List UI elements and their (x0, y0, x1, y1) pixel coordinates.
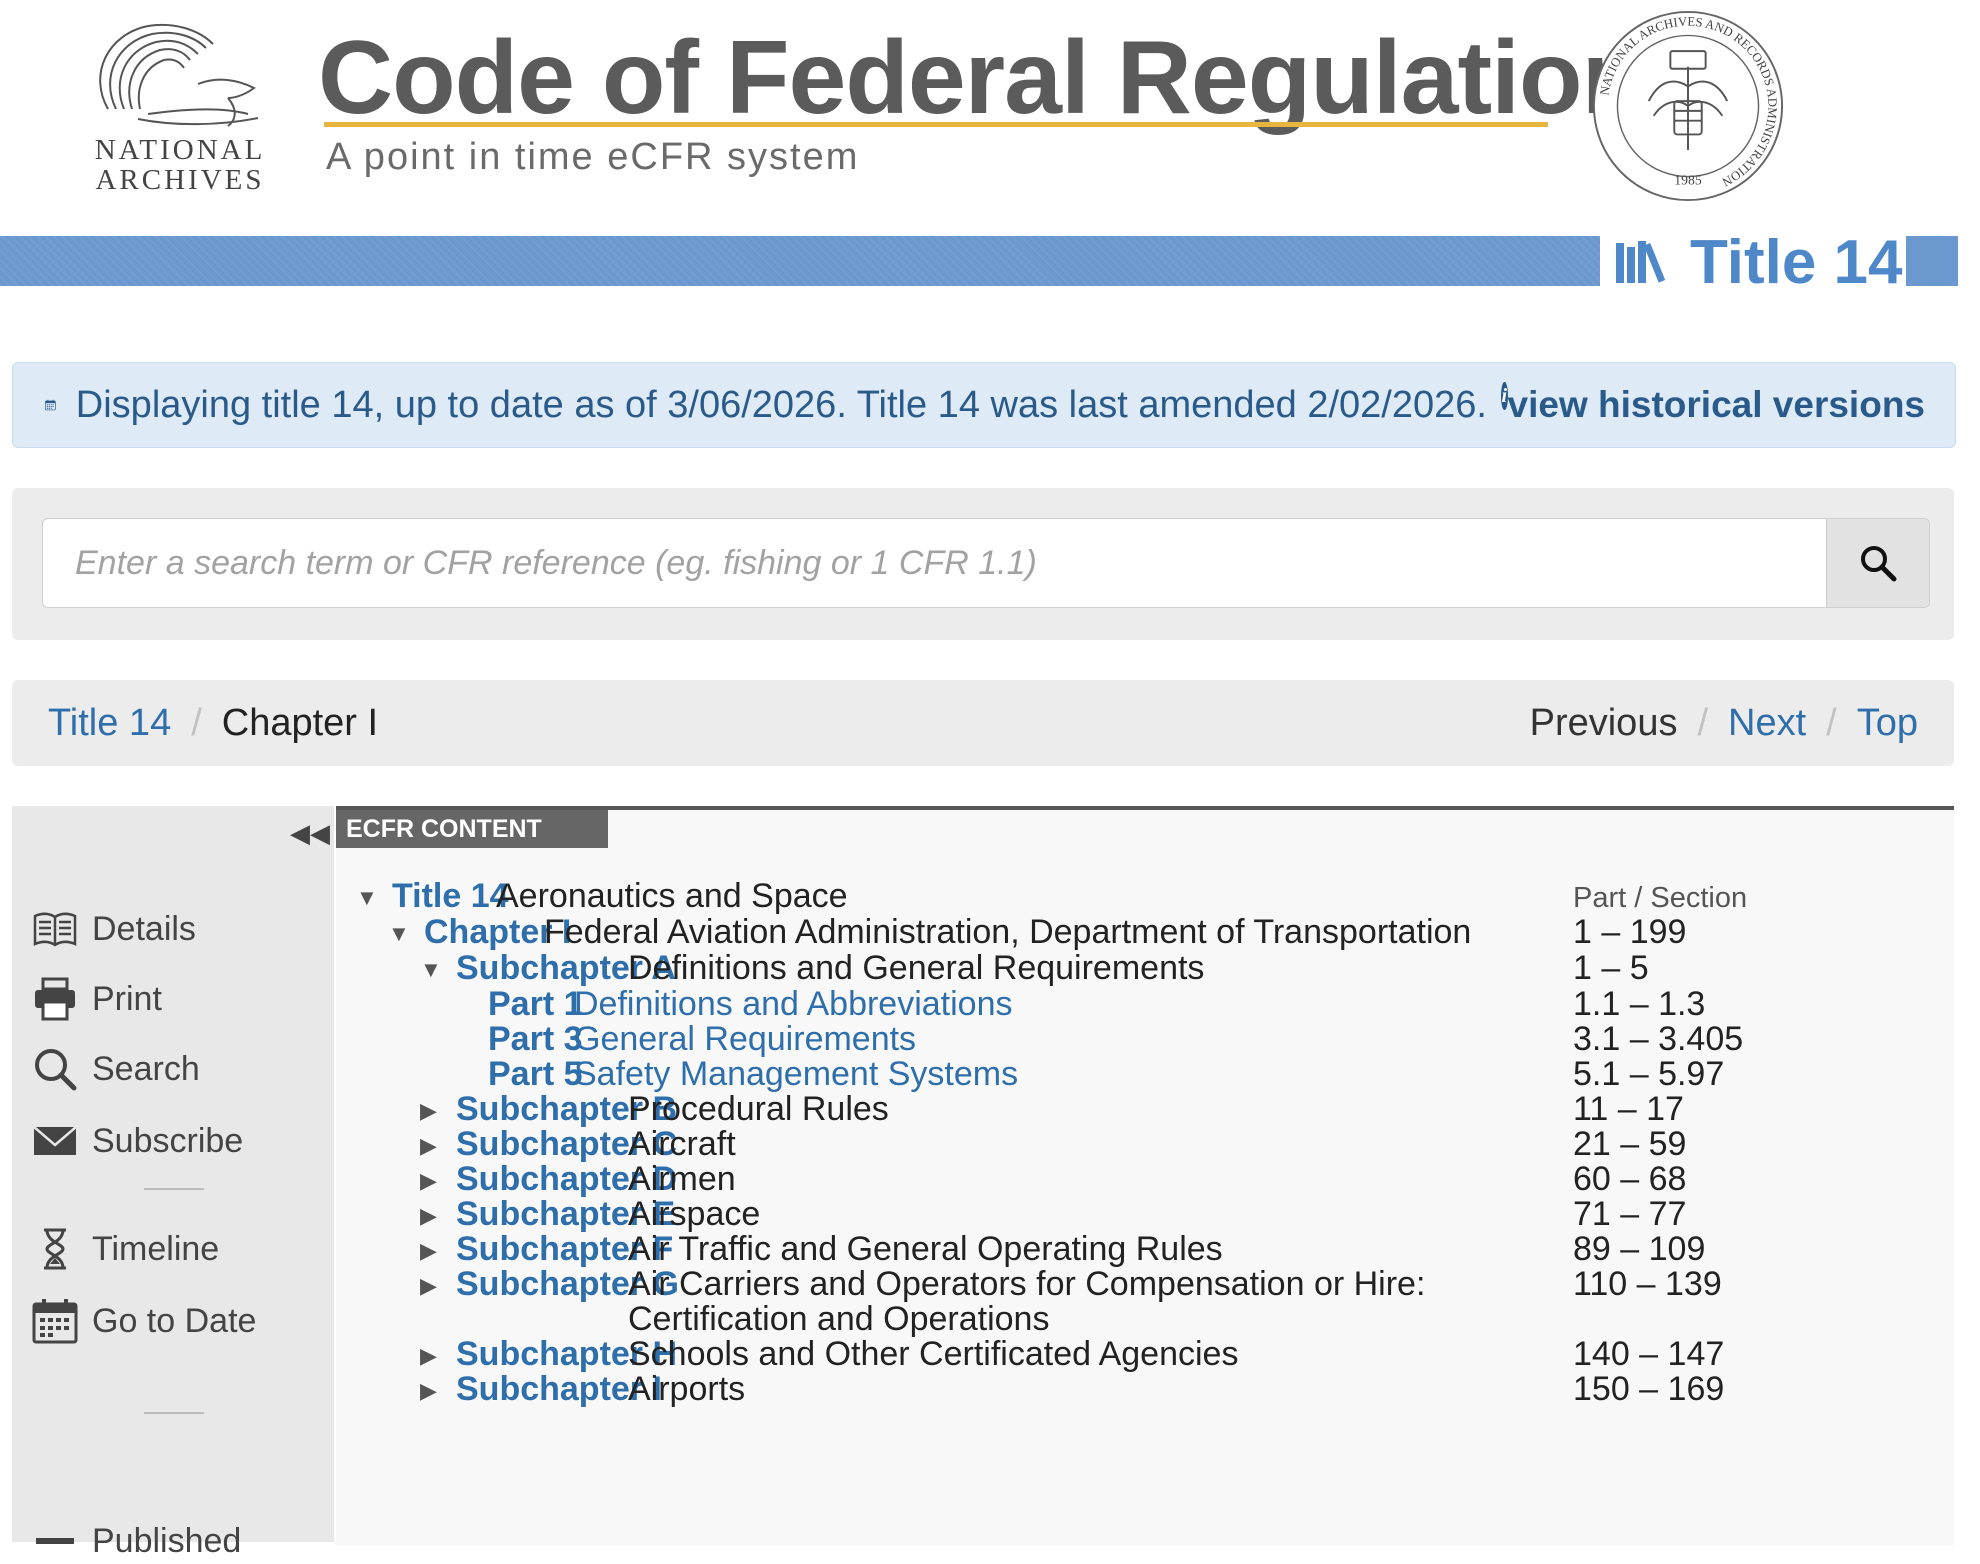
search-input[interactable] (43, 519, 1819, 607)
search-panel (12, 488, 1954, 640)
sidebar-item-timeline[interactable]: Timeline (32, 1226, 219, 1272)
toc-description: Airports (628, 1370, 746, 1408)
breadcrumb-bar: Title 14 / Chapter I Previous / Next / T… (12, 680, 1954, 766)
site-header: NATIONAL ARCHIVES Code of Federal Regula… (0, 0, 1980, 297)
collapse-sidebar-icon[interactable]: ◀◀ (290, 818, 330, 849)
calendar-icon (45, 399, 56, 411)
sidebar-divider (144, 1188, 204, 1190)
previous-link[interactable]: Previous (1530, 702, 1678, 745)
books-icon (1616, 241, 1666, 283)
search-box (42, 518, 1930, 608)
toc-row: ▶ Subchapter IAirports (420, 1367, 745, 1411)
sidebar-item-label: Details (92, 909, 196, 948)
nara-seal-icon: NATIONAL ARCHIVES AND RECORDS ADMINISTRA… (1592, 10, 1784, 202)
envelope-icon (33, 1126, 77, 1155)
sidebar-item-label: Go to Date (92, 1301, 257, 1340)
breadcrumb-current: Chapter I (221, 701, 379, 744)
book-icon (33, 912, 77, 947)
sidebar-item-label: Search (92, 1049, 200, 1088)
ecfr-content-panel: ECFR CONTENT Part / Section ▼ Title 14Aer… (336, 806, 1954, 1546)
sidebar-item-label: Subscribe (92, 1121, 244, 1160)
sidebar-item-label: Timeline (92, 1229, 220, 1268)
title-banner-stripe-end (1906, 236, 1958, 286)
printer-icon (35, 977, 75, 1021)
search-icon (35, 1049, 77, 1091)
pager-separator: / (1697, 701, 1709, 744)
view-historical-versions-link[interactable]: view historical versions (1508, 384, 1925, 426)
sidebar-item-published[interactable]: Published (32, 1518, 241, 1564)
title-underline (324, 122, 1548, 127)
calendar-icon (32, 1299, 78, 1344)
sidebar: ◀◀ Details Print Search Subscribe Timeli… (12, 806, 334, 1560)
published-icon (36, 1538, 74, 1544)
breadcrumb: Title 14 / Chapter I (48, 680, 378, 766)
sidebar-item-go-to-date[interactable]: Go to Date (32, 1298, 256, 1344)
title-chip[interactable]: Title 14 (1614, 222, 1903, 302)
currency-info-bar: Displaying title 14, up to date as of 3/… (12, 362, 1956, 448)
top-link[interactable]: Top (1857, 702, 1918, 745)
toc-label-link[interactable]: Subchapter G (456, 1262, 679, 1306)
search-icon (1861, 546, 1897, 582)
expand-triangle-icon[interactable]: ▶ (420, 1264, 456, 1308)
site-title[interactable]: Code of Federal Regulations (318, 18, 1702, 138)
currency-info-text: Displaying title 14, up to date as of 3/… (75, 383, 1487, 426)
sidebar-item-label: Published (92, 1521, 242, 1560)
search-button[interactable] (1826, 519, 1929, 607)
ecfr-content-tab: ECFR CONTENT (336, 810, 608, 848)
site-tagline: A point in time eCFR system (326, 136, 860, 178)
toc-label-link[interactable]: Subchapter I (456, 1367, 662, 1411)
title-banner-stripe (0, 236, 1600, 286)
title-chip-label: Title 14 (1690, 227, 1903, 297)
sidebar-item-search[interactable]: Search (32, 1046, 200, 1092)
breadcrumb-title-14[interactable]: Title 14 (48, 702, 171, 745)
next-link[interactable]: Next (1728, 702, 1806, 745)
sidebar-item-label: Print (92, 979, 162, 1018)
expand-triangle-icon[interactable]: ▶ (420, 1369, 456, 1413)
toc-range: 150 – 169 (1573, 1370, 1725, 1408)
national-archives-wordmark: NATIONAL ARCHIVES (94, 134, 266, 196)
collapse-triangle-icon[interactable]: ▼ (356, 876, 392, 920)
breadcrumb-separator: / (191, 701, 202, 744)
sidebar-item-details[interactable]: Details (32, 906, 196, 952)
pager-separator: / (1826, 701, 1837, 744)
hourglass-icon (44, 1228, 66, 1270)
sidebar-divider (144, 1412, 204, 1414)
svg-text:1985: 1985 (1674, 172, 1702, 187)
sidebar-item-subscribe[interactable]: Subscribe (32, 1118, 243, 1164)
collapse-triangle-icon[interactable]: ▼ (388, 912, 424, 956)
collapse-triangle-icon[interactable]: ▼ (420, 948, 456, 992)
sidebar-item-print[interactable]: Print (32, 976, 162, 1022)
pager: Previous / Next / Top (1530, 680, 1918, 766)
toc-range: 110 – 139 (1573, 1265, 1722, 1303)
